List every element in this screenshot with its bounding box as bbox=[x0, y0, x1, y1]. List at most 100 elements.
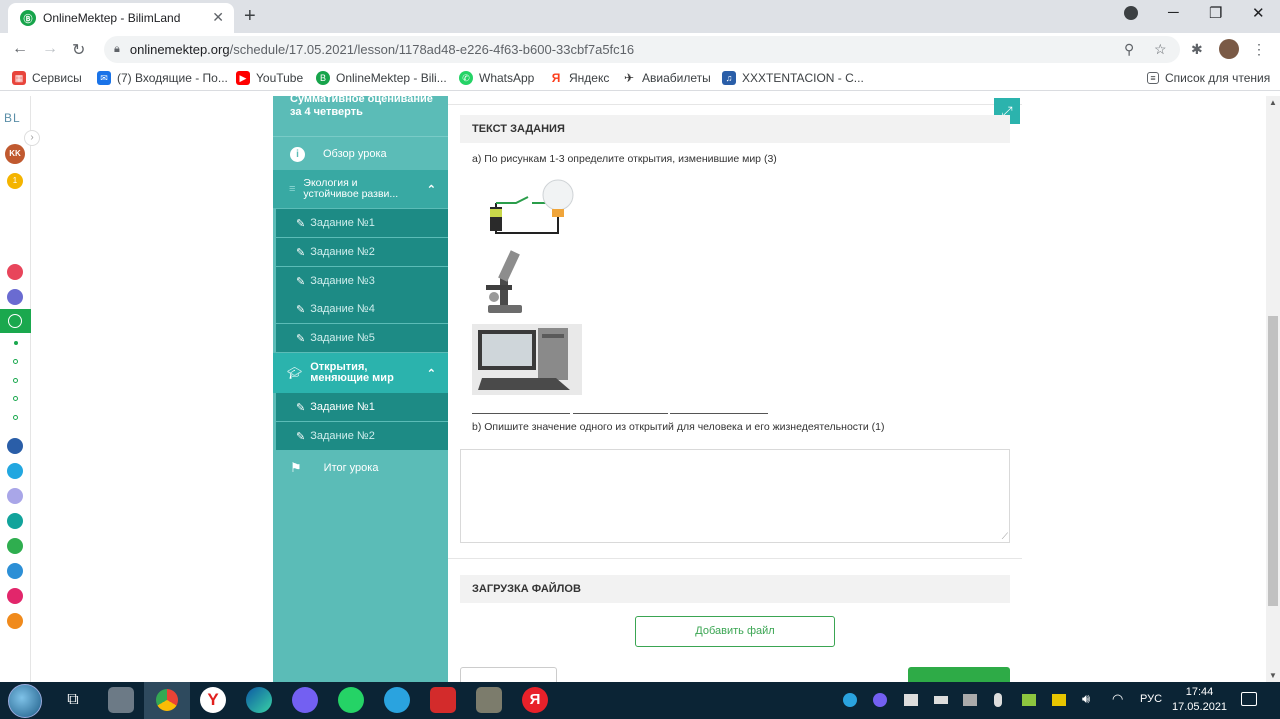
close-tab-icon[interactable]: ✕ bbox=[212, 9, 224, 26]
chevron-up-icon[interactable]: ⌃ bbox=[427, 183, 436, 196]
page-scrollbar[interactable]: ▲ ▼ bbox=[1266, 96, 1280, 682]
app-icon-8[interactable] bbox=[7, 588, 23, 604]
app-icon-6[interactable] bbox=[7, 538, 23, 554]
browser-tab[interactable]: Ⓑ OnlineMektep - BilimLand ✕ bbox=[8, 3, 234, 33]
window-close-icon[interactable]: ✕ bbox=[1252, 4, 1265, 22]
chrome-taskbar-item[interactable] bbox=[144, 682, 190, 719]
forward-icon[interactable]: → bbox=[42, 40, 58, 58]
app-icon-4[interactable] bbox=[7, 488, 23, 504]
app-icon-9[interactable] bbox=[7, 613, 23, 629]
app-icon-7[interactable] bbox=[7, 563, 23, 579]
clock-date: 17.05.2021 bbox=[1172, 701, 1228, 713]
dot-icon bbox=[13, 396, 18, 401]
scrollbar-thumb[interactable] bbox=[1268, 316, 1278, 606]
music-icon: ♫ bbox=[722, 71, 736, 85]
add-file-button[interactable]: Добавить файл bbox=[635, 616, 835, 647]
profile-avatar[interactable] bbox=[1219, 39, 1239, 59]
answer-line-3[interactable] bbox=[670, 413, 768, 414]
sidebar-section-ecology[interactable]: ≡ Экология и устойчивое разви... ⌃ bbox=[273, 170, 448, 208]
tray-app-icon[interactable] bbox=[1052, 694, 1066, 706]
help-icon[interactable] bbox=[7, 463, 23, 479]
answer-line-1[interactable] bbox=[472, 413, 570, 414]
tray-telegram-icon[interactable] bbox=[843, 693, 857, 707]
chevron-up-icon[interactable]: ⌃ bbox=[427, 367, 436, 380]
task-view-icon[interactable]: ⧉ bbox=[60, 687, 86, 713]
reload-icon[interactable]: ↻ bbox=[72, 40, 85, 60]
sidebar-task-current[interactable]: ✎ Задание №1 bbox=[276, 393, 448, 421]
bookmark-inbox[interactable]: ✉ (7) Входящие - По... bbox=[97, 71, 228, 85]
resize-handle-icon[interactable]: ⟋ bbox=[1002, 531, 1008, 542]
edge-icon[interactable] bbox=[246, 687, 272, 713]
notification-badge[interactable]: 1 bbox=[7, 173, 23, 189]
app-icon-2[interactable] bbox=[7, 289, 23, 305]
app-icon-5[interactable] bbox=[7, 513, 23, 529]
bilimland-logo: BL bbox=[4, 111, 21, 125]
among-us-icon[interactable] bbox=[430, 687, 456, 713]
telegram-icon[interactable] bbox=[384, 687, 410, 713]
sidebar-task-2[interactable]: ✎ Задание №2 bbox=[276, 238, 448, 266]
yandex-browser-icon[interactable]: Y bbox=[200, 687, 226, 713]
active-app-item[interactable] bbox=[0, 309, 31, 333]
bookmark-whatsapp[interactable]: ✆ WhatsApp bbox=[459, 71, 534, 85]
extensions-icon[interactable]: ✱ bbox=[1191, 41, 1203, 58]
bookmark-yandex[interactable]: Я Яндекс bbox=[549, 71, 609, 85]
bookmark-services[interactable]: ▦ Сервисы bbox=[12, 71, 82, 85]
menu-icon[interactable]: ⋮ bbox=[1252, 41, 1266, 58]
tab-search-icon[interactable] bbox=[1124, 6, 1138, 20]
sidebar-item-summary[interactable]: ⚑ Итог урока bbox=[273, 454, 448, 482]
yandex-icon[interactable]: Я bbox=[522, 687, 548, 713]
url-path: /schedule/17.05.2021/lesson/1178ad48-e22… bbox=[229, 42, 635, 57]
tray-app-icon[interactable] bbox=[1022, 694, 1036, 706]
tab-strip: Ⓑ OnlineMektep - BilimLand ✕ + ─ ❐ ✕ bbox=[0, 0, 1280, 33]
clock[interactable]: 17:44 17.05.2021 bbox=[1172, 685, 1227, 715]
start-button-icon[interactable] bbox=[8, 684, 42, 718]
restore-icon[interactable]: ❐ bbox=[1209, 4, 1222, 22]
back-icon[interactable]: ← bbox=[12, 40, 28, 58]
tray-cloud-icon[interactable] bbox=[963, 694, 977, 706]
expand-rail-icon[interactable]: › bbox=[24, 130, 40, 146]
notifications-icon[interactable] bbox=[1241, 692, 1257, 706]
store-icon[interactable] bbox=[108, 687, 134, 713]
prev-button[interactable] bbox=[460, 667, 557, 682]
bookmark-xxxtentacion[interactable]: ♫ XXXTENTACION - С... bbox=[722, 71, 864, 85]
viber-icon[interactable] bbox=[292, 687, 318, 713]
wifi-icon[interactable]: ◠ bbox=[1112, 691, 1123, 707]
address-bar[interactable]: 🔒︎ onlinemektep.org/schedule/17.05.2021/… bbox=[104, 36, 1180, 63]
zoom-icon[interactable]: ⚲ bbox=[1124, 41, 1134, 58]
bookmark-youtube[interactable]: ▶ YouTube bbox=[236, 71, 303, 85]
new-tab-icon[interactable]: + bbox=[244, 5, 256, 28]
bookmark-aviatickets[interactable]: ✈ Авиабилеты bbox=[622, 71, 711, 85]
whatsapp-icon[interactable] bbox=[338, 687, 364, 713]
sidebar-task-5[interactable]: ✎ Задание №5 bbox=[276, 324, 448, 352]
answer-textarea[interactable]: ⟋ bbox=[460, 449, 1010, 543]
reading-list-icon: ≡ bbox=[1147, 72, 1159, 84]
bookmark-star-icon[interactable]: ☆ bbox=[1154, 41, 1167, 58]
sidebar-task-1[interactable]: ✎ Задание №1 bbox=[276, 209, 448, 237]
next-button[interactable] bbox=[908, 667, 1010, 682]
sidebar-item-overview[interactable]: i Обзор урока bbox=[273, 140, 448, 168]
tray-mic-icon[interactable] bbox=[994, 693, 1002, 707]
scroll-up-icon[interactable]: ▲ bbox=[1269, 98, 1277, 107]
apps-grid-icon: ▦ bbox=[12, 71, 26, 85]
language-indicator[interactable]: РУС bbox=[1140, 693, 1162, 705]
minimize-icon[interactable]: ─ bbox=[1168, 4, 1179, 21]
tray-device-icon[interactable] bbox=[934, 696, 948, 704]
app-icon-1[interactable] bbox=[7, 264, 23, 280]
sidebar-task-2b[interactable]: ✎ Задание №2 bbox=[276, 422, 448, 450]
reading-list[interactable]: ≡ Список для чтения bbox=[1147, 71, 1270, 85]
sidebar-task-4[interactable]: ✎ Задание №4 bbox=[276, 295, 448, 323]
answer-line-2[interactable] bbox=[573, 413, 668, 414]
app-rail: BL KK 1 › bbox=[0, 96, 40, 682]
user-avatar[interactable]: KK bbox=[5, 144, 25, 164]
sidebar-section-discoveries[interactable]: 🎓︎ Открытия, меняющие мир ⌃ bbox=[273, 353, 448, 393]
volume-icon[interactable]: 🔊︎ bbox=[1082, 691, 1090, 707]
sidebar-task-3[interactable]: ✎ Задание №3 bbox=[276, 267, 448, 295]
microscope-image bbox=[486, 250, 522, 313]
app-icon-3[interactable] bbox=[7, 438, 23, 454]
tray-security-icon[interactable] bbox=[904, 694, 918, 706]
scroll-down-icon[interactable]: ▼ bbox=[1269, 671, 1277, 680]
photo-app-icon[interactable] bbox=[476, 687, 502, 713]
bookmark-onlinemektep[interactable]: B OnlineMektep - Bili... bbox=[316, 71, 447, 85]
tray-viber-icon[interactable] bbox=[873, 693, 887, 707]
whatsapp-icon: ✆ bbox=[459, 71, 473, 85]
